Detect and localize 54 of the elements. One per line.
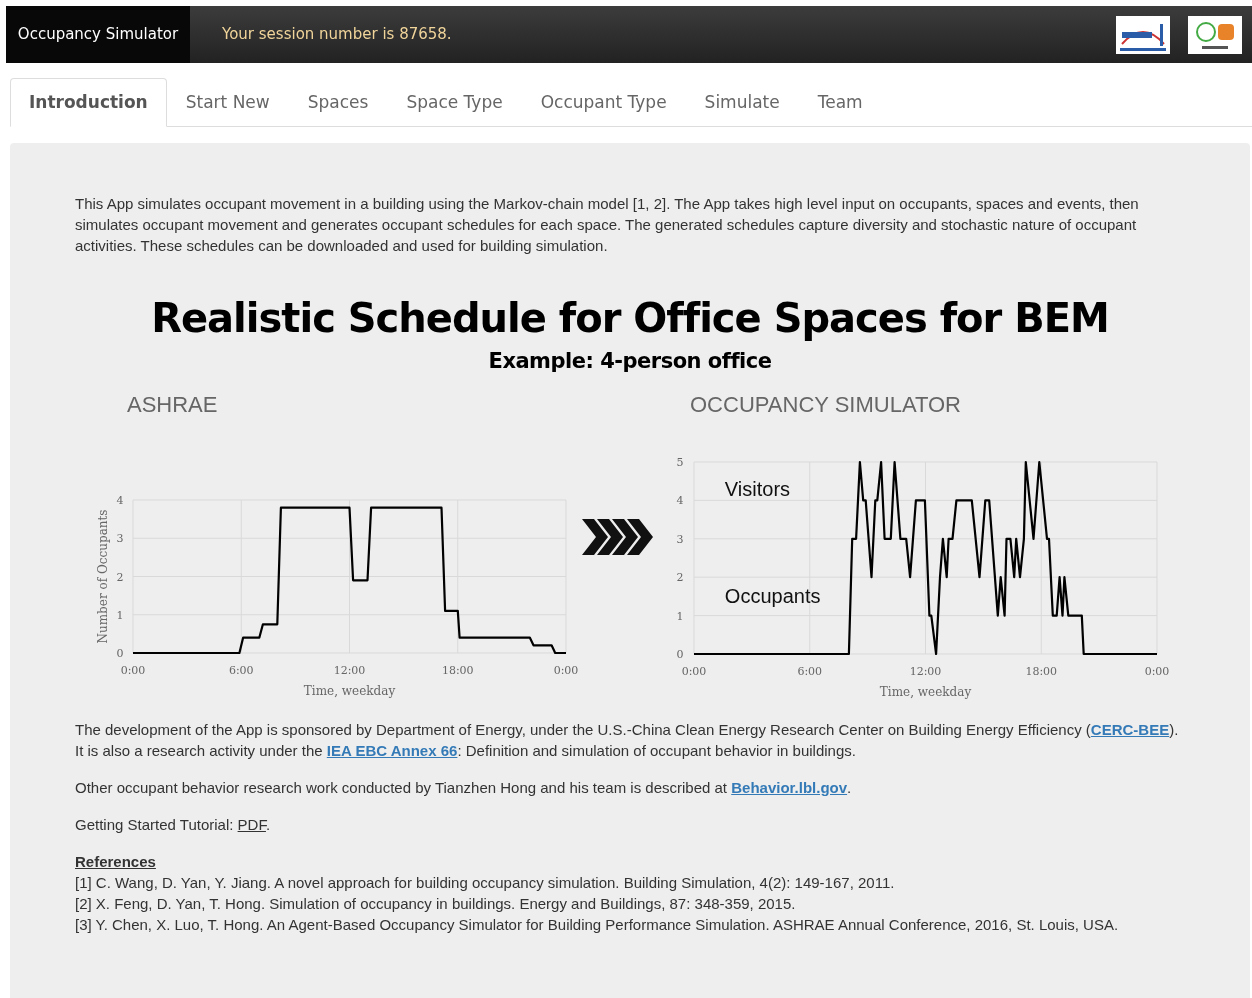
nav-tab[interactable]: Spaces (288, 78, 388, 127)
axis-tick-label: 6:00 (228, 664, 254, 677)
axis-tick-label: 0:00 (681, 665, 707, 678)
reference-item: [2] X. Feng, D. Yan, T. Hong. Simulation of occupancy in buildings. Energy and Buildings, 87: 348-359, 2015. (75, 894, 797, 914)
axis-title: Number of Occupants (96, 509, 110, 644)
brand-title[interactable]: Occupancy Simulator (6, 6, 190, 63)
axis-tick-label: 4 (116, 494, 124, 507)
axis-tick-label: 18:00 (1025, 665, 1058, 678)
axis-tick-label: 4 (676, 494, 684, 508)
nav-tab[interactable]: Start New (166, 78, 289, 127)
link[interactable]: IEA EBC Annex 66 (326, 742, 458, 759)
axis-tick-label: 1 (116, 608, 124, 622)
figure-subtitle: Example: 4-person office (488, 348, 772, 374)
axis-tick-label: 12:00 (909, 665, 942, 678)
axis-title: Time, weekday (879, 685, 972, 699)
nav-tab[interactable]: Introduction (10, 78, 167, 127)
axis-title: Time, weekday (303, 684, 396, 698)
paragraph: Other occupant behavior research work conducted by Tianzhen Hong and his team is described at Behavior.lbl.gov. (75, 778, 853, 798)
axis-tick-label: 2 (116, 570, 124, 584)
link[interactable]: PDF (237, 816, 266, 833)
reference-item: [1] C. Wang, D. Yan, Y. Jiang. A novel approach for building occupancy simulation. Building Simulation, 4(2): 149-167, 2011. (75, 873, 896, 893)
session-text: Your session number is 87658. (222, 24, 452, 46)
reference-item: [3] Y. Chen, X. Luo, T. Hong. An Agent-Based Occupancy Simulator for Building Performance Simulation. ASHRAE Annual Conference, 2016, St. Louis, USA. (75, 915, 1120, 935)
chevrons-icon (582, 517, 654, 557)
axis-tick-label: 0:00 (120, 664, 146, 677)
axis-tick-label: 12:00 (333, 664, 366, 677)
figure-title: Realistic Schedule for Office Spaces for BEM (151, 294, 1109, 342)
axis-tick-label: 3 (676, 532, 684, 546)
paragraph: The development of the App is sponsored by Department of Energy, under the U.S.-China Clean Energy Research Center on Building Energy Efficiency (CERC-BEE). It is also a research activity under the IEA EBC Annex 66: Definition and simulation of occupant behavior in buildings. (75, 720, 1180, 761)
annex-logo-icon (1188, 15, 1242, 54)
nav-tab[interactable]: Simulate (685, 78, 799, 127)
axis-tick-label: 1 (676, 609, 684, 623)
axis-tick-label: 0:00 (1144, 665, 1170, 678)
axis-tick-label: 5 (676, 456, 684, 469)
axis-tick-label: 6:00 (797, 665, 823, 678)
axis-tick-label: 0:00 (553, 664, 579, 677)
axis-tick-label: 0 (676, 648, 684, 661)
chart-heading: OCCUPANCY SIMULATOR (690, 391, 962, 419)
axis-tick-label: 0 (116, 647, 124, 660)
axis-tick-label: 18:00 (441, 664, 474, 677)
nav-tab[interactable]: Occupant Type (521, 78, 686, 127)
references-heading: References (75, 852, 156, 872)
annotation-label: Visitors (724, 477, 791, 500)
nav-tab[interactable]: Space Type (387, 78, 522, 127)
link[interactable]: CERC-BEE (1090, 721, 1170, 738)
paragraph: Getting Started Tutorial: PDF. (75, 815, 272, 835)
nav-tab[interactable]: Team (798, 78, 882, 127)
axis-tick-label: 3 (116, 532, 124, 546)
annotation-label: Occupants (724, 585, 821, 608)
link[interactable]: Behavior.lbl.gov (731, 779, 848, 796)
chart-heading: ASHRAE (127, 391, 219, 419)
intro-paragraph: This App simulates occupant movement in a building using the Markov-chain model [1, 2]. The App takes high level input on occupants, spaces and events, then simulates occupant movement and generates occupant schedules for each space. The generated schedules capture diversity and stochastic nature of occupant activities. These schedules can be downloaded and used for building simulation. (75, 194, 1140, 256)
axis-tick-label: 2 (676, 571, 684, 585)
lab-logo-icon (1116, 15, 1170, 54)
